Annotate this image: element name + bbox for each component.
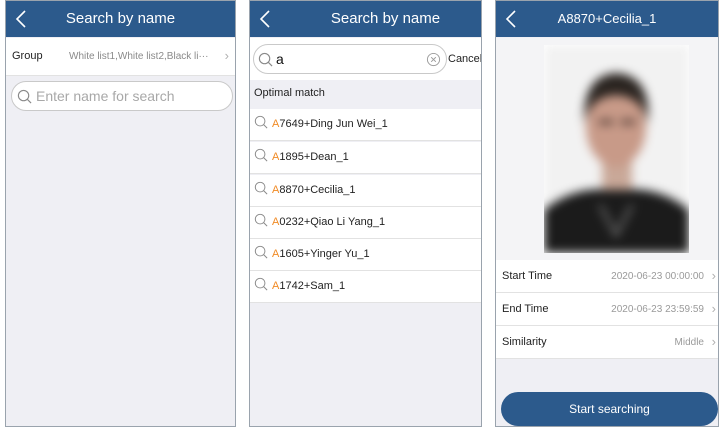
blurred-face-image xyxy=(544,45,689,253)
start-time-value: 2020-06-23 00:00:00 xyxy=(611,271,704,282)
result-name: A1742+Sam_1 xyxy=(272,280,345,292)
end-time-label: End Time xyxy=(502,303,549,315)
start-time-label: Start Time xyxy=(502,270,553,282)
search-result-item[interactable]: A0232+Qiao Li Yang_1 xyxy=(250,207,481,239)
end-time-row[interactable]: End Time 2020-06-23 23:59:59 › xyxy=(496,293,718,326)
back-chevron-icon[interactable] xyxy=(256,7,276,31)
end-time-value: 2020-06-23 23:59:59 xyxy=(611,304,704,315)
search-input[interactable]: Enter name for search xyxy=(11,81,233,111)
chevron-right-icon: › xyxy=(711,334,716,349)
section-header: Optimal match xyxy=(254,87,325,99)
search-result-item[interactable]: A1742+Sam_1 xyxy=(250,271,481,303)
nav-header: Search by name xyxy=(250,1,481,37)
group-label: Group xyxy=(12,50,43,62)
result-rest: 1895+Dean_1 xyxy=(279,151,349,163)
result-name: A8870+Cecilia_1 xyxy=(272,184,355,196)
result-name: A7649+Ding Jun Wei_1 xyxy=(272,118,388,130)
similarity-value: Middle xyxy=(674,337,704,348)
group-row[interactable]: Group White list1,White list2,Black li··… xyxy=(6,38,235,76)
cancel-button[interactable]: Cancel xyxy=(448,53,481,65)
group-value: White list1,White list2,Black li··· xyxy=(69,51,209,62)
search-icon xyxy=(254,277,268,291)
search-icon xyxy=(254,181,268,195)
chevron-right-icon: › xyxy=(711,268,716,283)
result-rest: 7649+Ding Jun Wei_1 xyxy=(279,118,388,130)
search-icon xyxy=(254,213,268,227)
search-icon xyxy=(17,89,32,104)
search-icon xyxy=(258,52,273,67)
search-query: a xyxy=(276,51,284,67)
clear-icon[interactable] xyxy=(426,52,441,67)
page-title: Search by name xyxy=(65,10,176,27)
result-name: A1895+Dean_1 xyxy=(272,151,349,163)
page-title: A8870+Cecilia_1 xyxy=(557,11,657,26)
result-rest: 1742+Sam_1 xyxy=(279,280,346,292)
search-results-screen: Search by name a Cancel Optimal match A7… xyxy=(249,0,482,427)
nav-header: A8870+Cecilia_1 xyxy=(496,1,718,37)
start-time-row[interactable]: Start Time 2020-06-23 00:00:00 › xyxy=(496,260,718,293)
start-searching-button[interactable]: Start searching xyxy=(501,392,718,426)
search-input[interactable]: a xyxy=(253,44,447,74)
result-name: A0232+Qiao Li Yang_1 xyxy=(272,216,385,228)
search-by-name-screen: Search by name Group White list1,White l… xyxy=(5,0,236,427)
face-photo xyxy=(544,45,689,253)
search-placeholder: Enter name for search xyxy=(36,88,175,104)
result-rest: 0232+Qiao Li Yang_1 xyxy=(279,216,386,228)
result-rest: 8870+Cecilia_1 xyxy=(279,184,356,196)
search-result-item[interactable]: A8870+Cecilia_1 xyxy=(250,175,481,207)
result-name: A1605+Yinger Yu_1 xyxy=(272,248,370,260)
nav-header: Search by name xyxy=(6,1,235,37)
chevron-right-icon: › xyxy=(711,301,716,316)
result-rest: 1605+Yinger Yu_1 xyxy=(279,248,370,260)
search-result-item[interactable]: A1895+Dean_1 xyxy=(250,142,481,174)
chevron-right-icon: › xyxy=(224,48,229,63)
face-photo-area xyxy=(496,38,718,260)
search-result-item[interactable]: A7649+Ding Jun Wei_1 xyxy=(250,109,481,141)
search-icon xyxy=(254,148,268,162)
page-title: Search by name xyxy=(330,10,441,27)
search-icon xyxy=(254,115,268,129)
similarity-row[interactable]: Similarity Middle › xyxy=(496,326,718,359)
search-result-item[interactable]: A1605+Yinger Yu_1 xyxy=(250,239,481,271)
target-detail-screen: A8870+Cecilia_1 Start Time 2020-06-23 00… xyxy=(495,0,719,427)
similarity-label: Similarity xyxy=(502,336,547,348)
search-icon xyxy=(254,245,268,259)
search-bar: a Cancel xyxy=(250,38,481,80)
